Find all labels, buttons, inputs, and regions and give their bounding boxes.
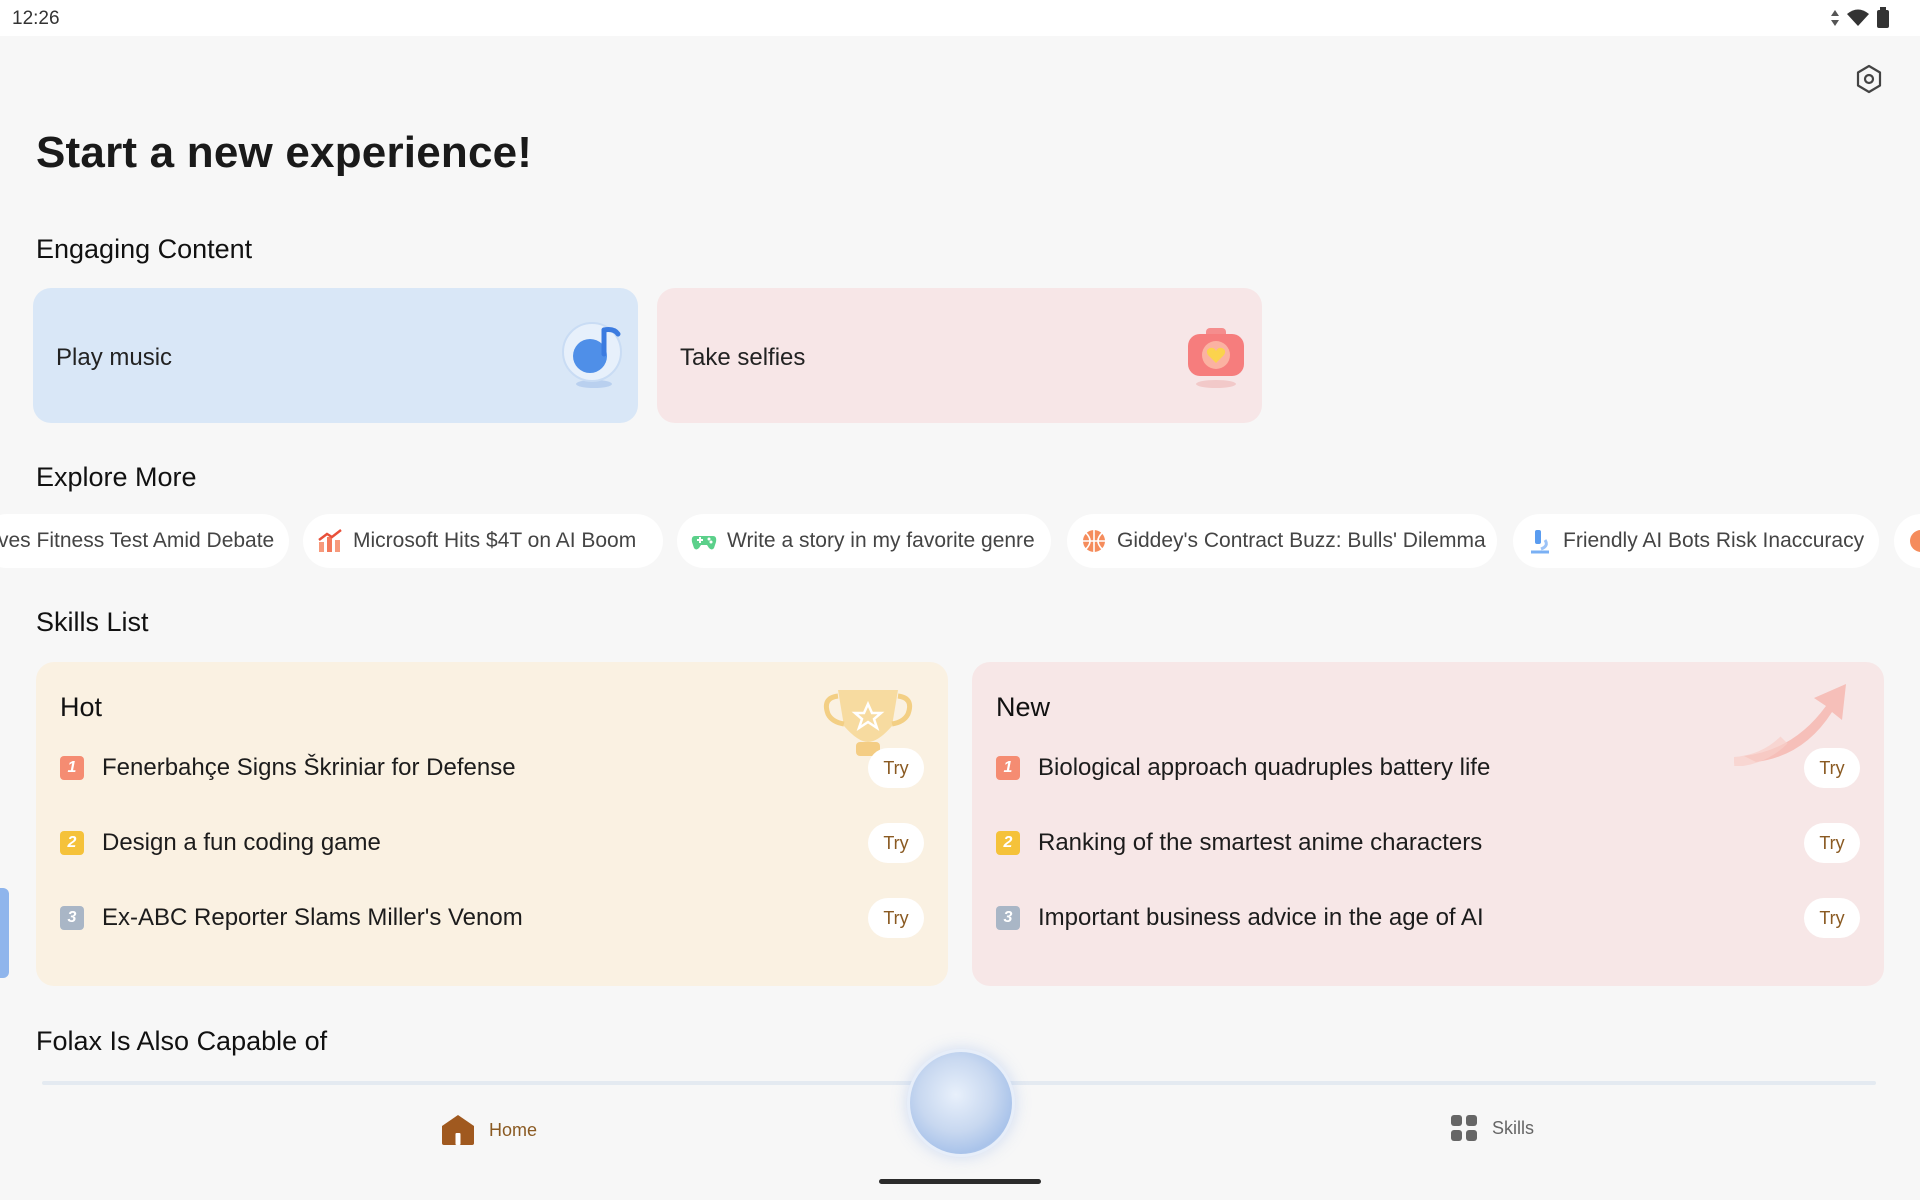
explore-chips: ves Fitness Test Amid Debate Microsoft H…	[0, 514, 1920, 570]
gamepad-icon	[691, 536, 717, 550]
nav-home[interactable]: Home	[441, 1114, 537, 1146]
data-arrows-icon	[1831, 10, 1839, 26]
settings-button[interactable]	[1852, 62, 1886, 96]
hot-skill-row[interactable]: 2 Design a fun coding game Try	[60, 813, 924, 873]
section-title-skills: Skills List	[36, 607, 149, 637]
rank-badge: 2	[60, 831, 84, 855]
try-button[interactable]: Try	[1804, 898, 1860, 938]
new-skill-row[interactable]: 3 Important business advice in the age o…	[996, 888, 1860, 948]
chip-label: Write a story in my favorite genre	[727, 529, 1035, 552]
rank-badge: 3	[60, 906, 84, 930]
skill-text: Design a fun coding game	[102, 829, 381, 856]
home-indicator[interactable]	[879, 1179, 1041, 1184]
try-button[interactable]: Try	[1804, 823, 1860, 863]
page-title: Start a new experience!	[36, 128, 533, 177]
hot-skill-row[interactable]: 1 Fenerbahçe Signs Škriniar for Defense …	[60, 738, 924, 798]
nav-skills-label: Skills	[1492, 1117, 1535, 1138]
settings-icon	[1856, 64, 1882, 94]
hot-skill-row[interactable]: 3 Ex-ABC Reporter Slams Miller's Venom T…	[60, 888, 924, 948]
chip-label: Friendly AI Bots Risk Inaccuracy	[1563, 529, 1865, 552]
skill-text: Fenerbahçe Signs Škriniar for Defense	[102, 754, 516, 781]
try-button[interactable]: Try	[868, 823, 924, 863]
battery-icon	[1877, 7, 1889, 28]
panel-title: New	[996, 692, 1051, 722]
rank-badge: 3	[996, 906, 1020, 930]
panel-title: Hot	[60, 692, 103, 722]
section-title-explore: Explore More	[36, 462, 197, 492]
explore-chip[interactable]: Microsoft Hits $4T on AI Boom	[303, 514, 663, 568]
explore-chip[interactable]: Write a story in my favorite genre	[677, 514, 1051, 568]
status-bar: 12:26	[0, 0, 1920, 36]
card-label: Take selfies	[680, 344, 806, 371]
skill-text: Biological approach quadruples battery l…	[1038, 754, 1491, 781]
nav-home-label: Home	[489, 1119, 538, 1140]
rank-badge: 2	[996, 831, 1020, 855]
home-icon	[442, 1115, 474, 1145]
rank-badge: 1	[996, 756, 1020, 780]
skill-text: Important business advice in the age of …	[1038, 904, 1484, 931]
new-skills-panel: New 1 Biological approach quadruples bat…	[972, 662, 1884, 986]
skill-text: Ex-ABC Reporter Slams Miller's Venom	[102, 904, 523, 931]
voice-assistant-orb[interactable]	[910, 1052, 1012, 1154]
explore-chip[interactable]	[1894, 514, 1920, 568]
explore-chip[interactable]: Giddey's Contract Buzz: Bulls' Dilemma	[1067, 514, 1497, 568]
skill-text: Ranking of the smartest anime characters	[1038, 829, 1483, 856]
section-title-engaging: Engaging Content	[36, 234, 253, 264]
hot-skills-panel: Hot 1 Fenerbahçe Signs Škriniar for Defe…	[36, 662, 948, 986]
status-time: 12:26	[12, 8, 60, 29]
try-button[interactable]: Try	[1804, 748, 1860, 788]
try-button[interactable]: Try	[868, 898, 924, 938]
wifi-icon	[1847, 9, 1869, 26]
basketball-icon	[1083, 530, 1105, 552]
side-drawer-handle[interactable]	[0, 888, 9, 978]
chart-up-icon	[318, 529, 342, 552]
chip-label: ves Fitness Test Amid Debate	[0, 529, 275, 552]
chip-label: Microsoft Hits $4T on AI Boom	[353, 529, 637, 552]
basketball-icon	[1910, 530, 1920, 552]
section-title-capable: Folax Is Also Capable of	[36, 1026, 328, 1056]
card-label: Play music	[56, 344, 173, 371]
new-skill-row[interactable]: 2 Ranking of the smartest anime characte…	[996, 813, 1860, 873]
new-skill-row[interactable]: 1 Biological approach quadruples battery…	[996, 738, 1860, 798]
chip-label: Giddey's Contract Buzz: Bulls' Dilemma	[1117, 529, 1486, 552]
system-icons	[1830, 7, 1890, 29]
play-music-card[interactable]: Play music	[33, 288, 638, 423]
explore-chip[interactable]: Friendly AI Bots Risk Inaccuracy	[1513, 514, 1879, 568]
explore-chip[interactable]: ves Fitness Test Amid Debate	[0, 514, 289, 568]
microscope-icon	[1531, 530, 1549, 554]
take-selfies-card[interactable]: Take selfies	[657, 288, 1262, 423]
camera-heart-icon	[1188, 328, 1244, 388]
try-button[interactable]: Try	[868, 748, 924, 788]
rank-badge: 1	[60, 756, 84, 780]
nav-skills[interactable]: Skills	[1450, 1114, 1534, 1142]
skills-grid-icon	[1451, 1115, 1477, 1141]
music-note-icon	[562, 322, 622, 388]
